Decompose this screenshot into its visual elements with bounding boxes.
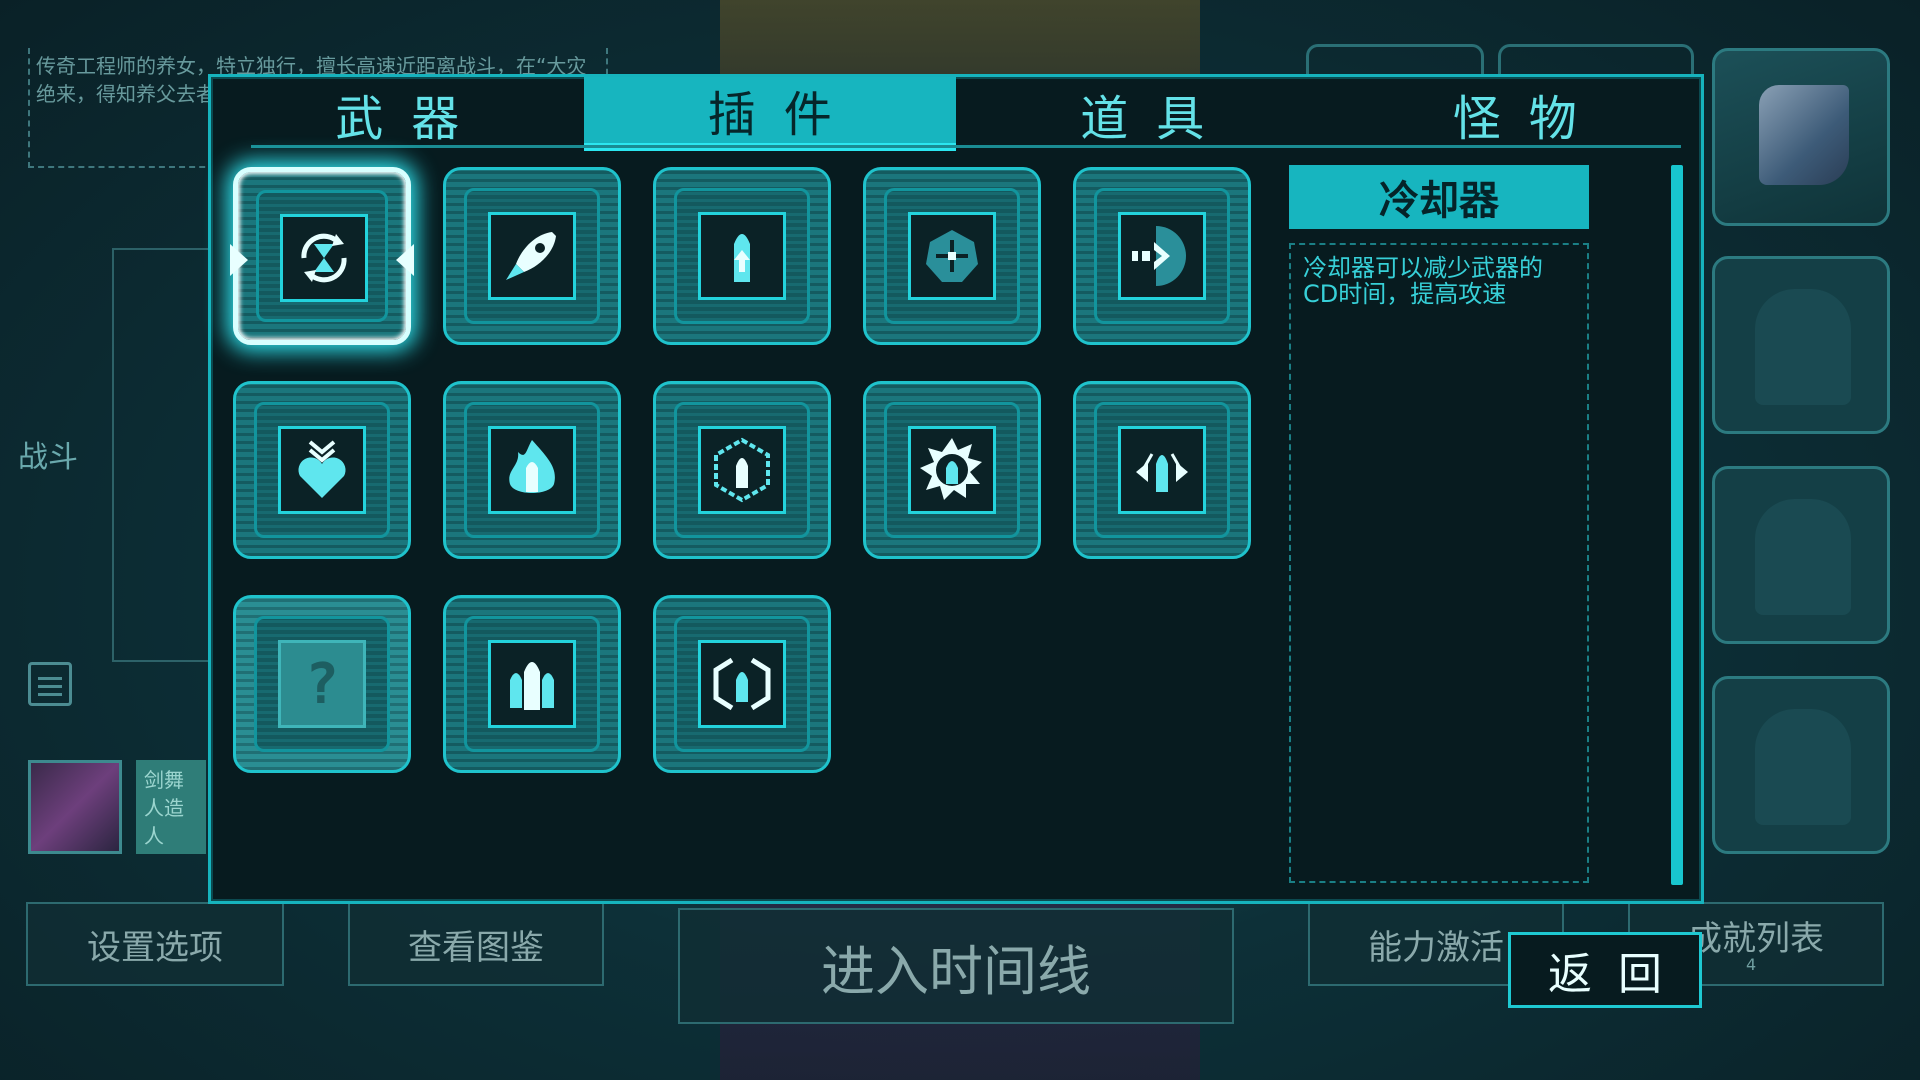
fire-bullet-icon xyxy=(509,440,555,493)
triple-bullet-icon xyxy=(510,662,554,710)
plugin-slot-crosshair[interactable] xyxy=(863,167,1041,345)
codex-panel: 武器 插件 道具 怪物 ? 冷却器 冷却器可以减少武器的CD时间，提高攻速 xyxy=(208,74,1704,904)
achievement-count: 4 xyxy=(1746,955,1757,974)
character-slot-locked-3[interactable] xyxy=(1712,676,1890,854)
plugin-slot-triple[interactable] xyxy=(443,595,621,773)
character-slot-locked-2[interactable] xyxy=(1712,466,1890,644)
dash-arrow-icon xyxy=(1132,226,1186,286)
plugin-slot-dash[interactable] xyxy=(1073,167,1251,345)
plugin-slot-bullet-upgrade[interactable] xyxy=(653,167,831,345)
back-button[interactable]: 返回 xyxy=(1508,932,1702,1008)
info-panel: 冷却器 冷却器可以减少武器的CD时间，提高攻速 xyxy=(1281,165,1589,885)
tab-weapons[interactable]: 武器 xyxy=(211,77,584,151)
hex-bullet-icon xyxy=(714,437,770,503)
info-description: 冷却器可以减少武器的CD时间，提高攻速 xyxy=(1303,254,1543,308)
info-scrollbar[interactable] xyxy=(1671,165,1683,885)
plugin-slot-hex[interactable] xyxy=(653,381,831,559)
plugin-slot-unknown[interactable]: ? xyxy=(233,595,411,773)
cooldown-icon xyxy=(301,233,347,283)
plugin-slot-cooldown[interactable] xyxy=(230,167,414,345)
unknown-icon: ? xyxy=(305,651,339,717)
rocket-icon xyxy=(506,232,556,280)
bullet-upgrade-icon xyxy=(734,234,750,282)
list-icon[interactable] xyxy=(28,662,72,706)
shield-bullet-icon xyxy=(713,657,771,711)
plugin-slot-rocket[interactable] xyxy=(443,167,621,345)
crosshair-shield-icon xyxy=(926,230,978,282)
info-description-box: 冷却器可以减少武器的CD时间，提高攻速 xyxy=(1289,243,1589,883)
timeline-button[interactable]: 进入时间线 xyxy=(678,908,1234,1024)
plugin-slot-shield[interactable] xyxy=(653,595,831,773)
plugin-slot-fire[interactable] xyxy=(443,381,621,559)
plugin-slot-burst[interactable] xyxy=(863,381,1041,559)
character-slot-mech[interactable] xyxy=(1712,48,1890,226)
plugin-slot-heart[interactable] xyxy=(233,381,411,559)
settings-button[interactable]: 设置选项 xyxy=(26,902,284,986)
tab-plugins[interactable]: 插件 xyxy=(583,77,956,151)
tab-bar: 武器 插件 道具 怪物 xyxy=(211,77,1701,151)
character-slot-locked-1[interactable] xyxy=(1712,256,1890,434)
tab-items[interactable]: 道具 xyxy=(956,77,1329,151)
burst-bullet-icon xyxy=(920,438,982,500)
spread-bullet-icon xyxy=(1136,453,1188,492)
plugin-slot-spread[interactable] xyxy=(1073,381,1251,559)
heart-absorb-icon xyxy=(298,440,346,498)
combat-label: 战斗 xyxy=(18,440,78,475)
tab-underline xyxy=(251,145,1681,148)
selection-arrow-right xyxy=(396,244,414,276)
skill-label: 剑舞 人造人 xyxy=(136,760,206,854)
codex-button[interactable]: 查看图鉴 xyxy=(348,902,604,986)
info-title: 冷却器 xyxy=(1289,165,1589,229)
skill-avatar[interactable] xyxy=(28,760,122,854)
tab-monsters[interactable]: 怪物 xyxy=(1329,77,1702,151)
